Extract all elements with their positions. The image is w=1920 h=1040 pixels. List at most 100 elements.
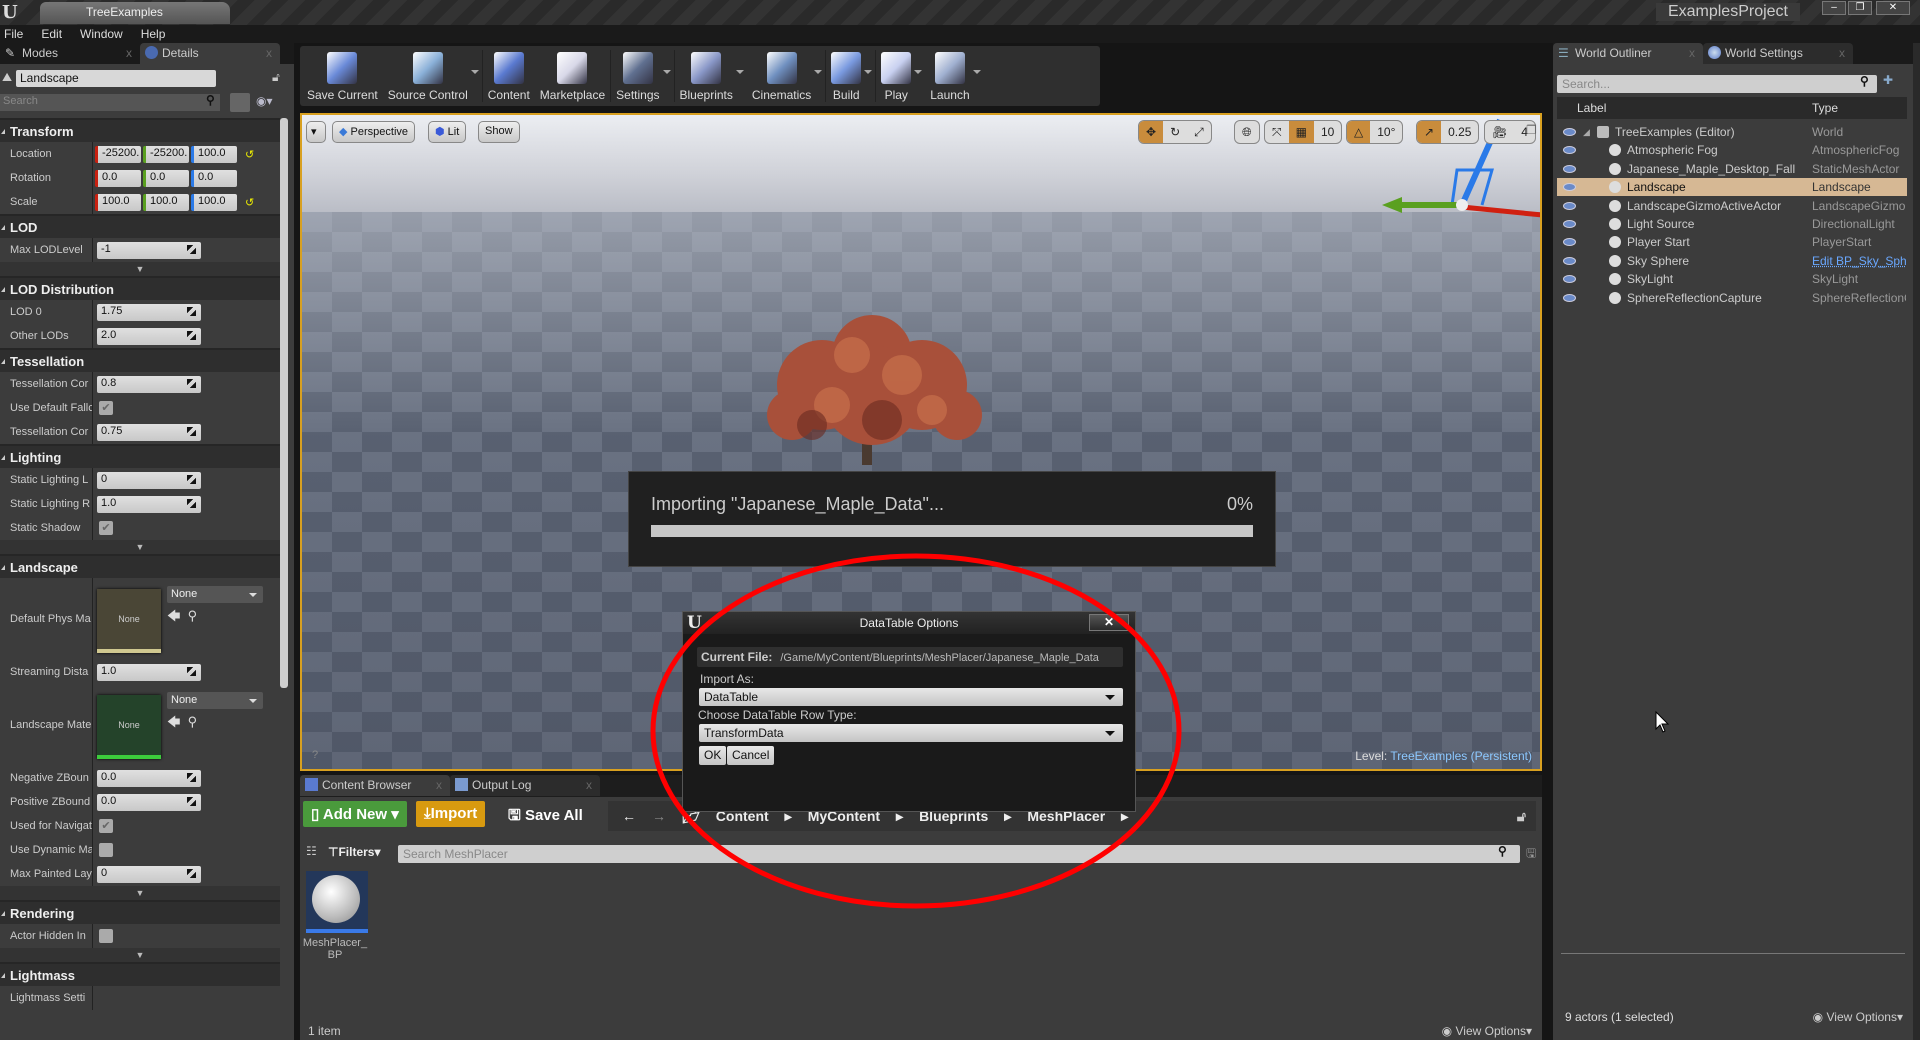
spin-icon[interactable] bbox=[187, 666, 196, 676]
visibility-eye-icon[interactable] bbox=[1563, 183, 1576, 192]
row-type-dropdown[interactable]: TransformData bbox=[699, 724, 1123, 742]
section-header-tessellation[interactable]: Tessellation bbox=[0, 348, 280, 372]
vector-field-x[interactable]: 100.0 bbox=[95, 193, 141, 211]
level-name-link[interactable]: TreeExamples (Persistent) bbox=[1390, 749, 1532, 763]
grid-snap-value[interactable]: 10 bbox=[1314, 121, 1341, 143]
perspective-button[interactable]: ◆ Perspective bbox=[332, 121, 416, 143]
vector-field-y[interactable]: -25200. bbox=[143, 145, 189, 163]
advanced-expander-icon[interactable]: ▼ bbox=[0, 262, 280, 276]
tab-content-browser[interactable]: Content Browser x bbox=[300, 775, 450, 796]
outliner-row[interactable]: Player Start PlayerStart bbox=[1557, 233, 1907, 251]
toolbar-build-button[interactable]: Build bbox=[826, 46, 875, 106]
tab-output-log[interactable]: Output Log x bbox=[450, 775, 600, 796]
visibility-eye-icon[interactable] bbox=[1563, 256, 1576, 265]
save-search-icon[interactable]: 🖫︎ bbox=[1526, 844, 1536, 865]
outliner-row[interactable]: Light Source DirectionalLight bbox=[1557, 215, 1907, 233]
sources-toggle-icon[interactable]: ☷ bbox=[306, 844, 317, 858]
details-scrollbar[interactable] bbox=[280, 118, 288, 688]
visibility-eye-icon[interactable] bbox=[1563, 146, 1576, 155]
edit-blueprint-link[interactable]: Edit BP_Sky_Sphere bbox=[1812, 252, 1906, 270]
toolbar-content-button[interactable]: Content bbox=[483, 46, 535, 106]
outliner-row[interactable]: LandscapeGizmoActiveActor LandscapeGizmo.… bbox=[1557, 197, 1907, 215]
number-field[interactable]: 0.75 bbox=[97, 423, 201, 441]
grid-icon[interactable]: ▦ bbox=[1288, 121, 1314, 143]
spin-icon[interactable] bbox=[187, 772, 196, 782]
outliner-row[interactable]: Atmospheric Fog AtmosphericFog bbox=[1557, 141, 1907, 159]
forward-icon[interactable]: → bbox=[652, 808, 666, 824]
spin-icon[interactable] bbox=[187, 378, 196, 388]
filters-button[interactable]: ⊤Filters▾ bbox=[328, 845, 381, 859]
number-field[interactable]: 0.0 bbox=[97, 769, 201, 787]
lit-button[interactable]: ⬢ Lit bbox=[428, 121, 467, 143]
toolbar-save-current-button[interactable]: Save Current bbox=[302, 46, 383, 106]
spin-icon[interactable] bbox=[187, 306, 196, 316]
number-field[interactable]: 0 bbox=[97, 865, 201, 883]
number-field[interactable]: 0.8 bbox=[97, 375, 201, 393]
number-field[interactable]: 0 bbox=[97, 471, 201, 489]
section-header-lighting[interactable]: Lighting bbox=[0, 444, 280, 468]
advanced-expander-icon[interactable]: ▼ bbox=[0, 886, 280, 900]
asset-name[interactable]: MeshPlacer_ BP bbox=[302, 937, 368, 961]
scale-snap-value[interactable]: 0.25 bbox=[1441, 121, 1478, 143]
reset-to-default-icon[interactable]: ↺ bbox=[245, 196, 254, 209]
number-field[interactable]: 1.0 bbox=[97, 495, 201, 513]
asset-thumbnail[interactable]: None bbox=[97, 589, 161, 653]
level-tab[interactable]: TreeExamples bbox=[40, 2, 230, 24]
browse-icon[interactable]: ⚲ bbox=[188, 608, 198, 623]
spin-icon[interactable] bbox=[187, 498, 196, 508]
details-search-input[interactable]: Search bbox=[0, 94, 220, 111]
number-field[interactable]: 0.0 bbox=[97, 793, 201, 811]
view-options-button[interactable]: ◉ View Options▾ bbox=[1442, 1024, 1532, 1038]
dialog-close-button[interactable]: ✕ bbox=[1089, 614, 1129, 631]
visibility-eye-icon[interactable] bbox=[1563, 201, 1576, 210]
property-matrix-button[interactable] bbox=[230, 93, 250, 112]
actor-name-field[interactable]: Landscape bbox=[16, 70, 216, 87]
checkbox[interactable]: ✔ bbox=[99, 819, 113, 833]
toolbar-blueprints-button[interactable]: Blueprints bbox=[675, 46, 747, 106]
close-icon[interactable]: x bbox=[586, 778, 592, 792]
spin-icon[interactable] bbox=[187, 796, 196, 806]
number-field[interactable]: 2.0 bbox=[97, 327, 201, 345]
viewport-options-button[interactable]: ▾ bbox=[306, 121, 326, 143]
menu-file[interactable]: File bbox=[4, 25, 23, 43]
visibility-eye-icon[interactable] bbox=[1563, 220, 1576, 228]
spin-icon[interactable] bbox=[187, 244, 196, 254]
tab-details[interactable]: Details x bbox=[140, 43, 280, 64]
maximize-viewport-icon[interactable]: ❐ bbox=[1526, 123, 1537, 137]
number-field[interactable]: -1 bbox=[97, 241, 201, 259]
outliner-row[interactable]: ◢ TreeExamples (Editor) World bbox=[1557, 123, 1907, 141]
checkbox[interactable] bbox=[99, 929, 113, 943]
advanced-expander-icon[interactable]: ▼ bbox=[0, 540, 280, 554]
vector-field-y[interactable]: 100.0 bbox=[143, 193, 189, 211]
scale-snap-icon[interactable]: ↗ bbox=[1417, 121, 1442, 143]
outliner-search-input[interactable]: Search... bbox=[1557, 75, 1877, 93]
vector-field-z[interactable]: 0.0 bbox=[191, 169, 237, 187]
section-header-lod-distribution[interactable]: LOD Distribution bbox=[0, 276, 280, 300]
vector-field-z[interactable]: 100.0 bbox=[191, 193, 237, 211]
outliner-row[interactable]: Sky Sphere Edit BP_Sky_Sphere bbox=[1557, 252, 1907, 270]
toolbar-settings-button[interactable]: Settings bbox=[611, 46, 673, 106]
menu-edit[interactable]: Edit bbox=[41, 25, 62, 43]
vector-field-y[interactable]: 0.0 bbox=[143, 169, 189, 187]
lock-icon[interactable]: 🔓︎ bbox=[272, 70, 280, 85]
toolbar-launch-button[interactable]: Launch bbox=[925, 46, 983, 106]
vector-field-x[interactable]: 0.0 bbox=[95, 169, 141, 187]
browse-icon[interactable]: ⚲ bbox=[188, 714, 198, 729]
visibility-eye-icon[interactable] bbox=[1563, 238, 1576, 247]
outliner-row[interactable]: Landscape Landscape bbox=[1557, 178, 1907, 197]
outliner-row[interactable]: SkyLight SkyLight bbox=[1557, 270, 1907, 288]
asset-thumbnail[interactable] bbox=[306, 871, 368, 933]
section-header-rendering[interactable]: Rendering bbox=[0, 900, 280, 924]
tab-modes[interactable]: ✎ Modes x bbox=[0, 43, 140, 64]
asset-dropdown[interactable]: None bbox=[167, 586, 263, 603]
checkbox[interactable] bbox=[99, 843, 113, 857]
asset-dropdown[interactable]: None bbox=[167, 692, 263, 709]
checkbox[interactable]: ✔ bbox=[99, 401, 113, 415]
import-button[interactable]: ⤓Import bbox=[416, 801, 486, 827]
outliner-row[interactable]: SphereReflectionCapture SphereReflectionC… bbox=[1557, 289, 1907, 307]
close-window-button[interactable]: ✕ bbox=[1876, 1, 1910, 15]
ok-button[interactable]: OK bbox=[699, 746, 727, 765]
surface-snap-icon[interactable]: ⤧ bbox=[1265, 121, 1289, 143]
save-all-button[interactable]: 🖫︎ Save All bbox=[500, 801, 591, 827]
use-selected-icon[interactable]: 🡄 bbox=[167, 714, 180, 729]
